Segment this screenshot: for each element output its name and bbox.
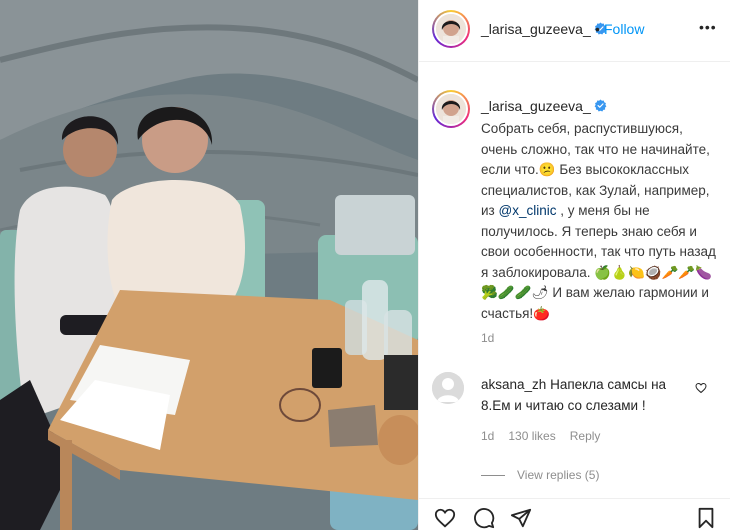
- caption-username: _larisa_guzeeva_: [481, 98, 591, 114]
- comment: aksana_zh Напекла самсы на 8.Ем и читаю …: [481, 375, 691, 416]
- comment-timestamp[interactable]: 1d: [481, 429, 494, 443]
- post-photo[interactable]: [0, 0, 418, 530]
- avatar-face-icon: [436, 14, 466, 44]
- share-icon[interactable]: [509, 507, 533, 529]
- post-header: _larisa_guzeeva_ • Follow •••: [419, 0, 730, 62]
- separator-dot: •: [595, 21, 600, 37]
- mention-link[interactable]: @x_clinic: [498, 203, 556, 218]
- heart-icon[interactable]: [433, 507, 457, 529]
- default-avatar-icon: [432, 372, 464, 404]
- comment-heart-icon[interactable]: [695, 382, 707, 394]
- author-avatar[interactable]: [432, 10, 470, 48]
- replies-divider: [481, 475, 505, 477]
- more-options-button[interactable]: •••: [699, 19, 717, 35]
- caption-timestamp[interactable]: 1d: [481, 331, 494, 345]
- commenter-username[interactable]: aksana_zh: [481, 377, 546, 392]
- post-detail-pane: _larisa_guzeeva_ • Follow ••• _larisa_gu…: [418, 0, 730, 530]
- confused-emoji: 😕: [538, 162, 556, 177]
- tomato-emoji: 🍅: [533, 305, 550, 321]
- photo-scene: [0, 0, 418, 530]
- caption-author-avatar[interactable]: [432, 90, 470, 128]
- author-username-link[interactable]: _larisa_guzeeva_: [481, 21, 607, 37]
- comment-meta: 1d 130 likes Reply: [481, 429, 614, 443]
- reply-button[interactable]: Reply: [570, 429, 601, 443]
- caption-username-link[interactable]: _larisa_guzeeva_: [481, 98, 607, 114]
- post-caption: Собрать себя, распустившуюся, очень слож…: [481, 119, 719, 324]
- follow-button[interactable]: Follow: [604, 21, 644, 37]
- commenter-avatar[interactable]: [432, 372, 464, 404]
- comment-icon[interactable]: [472, 507, 496, 529]
- avatar-face-icon: [436, 94, 466, 124]
- view-replies-button[interactable]: View replies (5): [481, 468, 599, 482]
- action-bar: [419, 498, 730, 530]
- verified-badge-icon: [594, 99, 607, 112]
- bookmark-icon[interactable]: [695, 507, 717, 529]
- view-replies-label: View replies (5): [517, 468, 600, 482]
- author-username: _larisa_guzeeva_: [481, 21, 591, 37]
- comment-likes[interactable]: 130 likes: [508, 429, 555, 443]
